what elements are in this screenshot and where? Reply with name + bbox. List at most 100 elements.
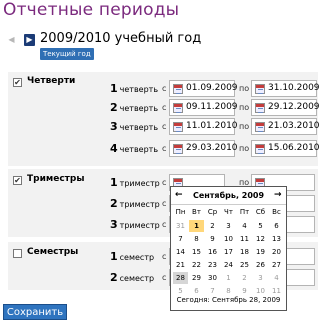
calendar-icon[interactable] — [255, 103, 265, 113]
calendar-day[interactable]: 9 — [205, 233, 220, 245]
end-date-field[interactable]: 29.12.2009 — [251, 99, 320, 116]
group-label: Триместры — [27, 174, 85, 184]
calendar-day[interactable]: 6 — [269, 220, 284, 232]
period-label: 3 четверть — [110, 120, 158, 133]
calendar-month-title: Сентябрь, 2009 — [192, 191, 265, 200]
calendar-day[interactable]: 21 — [173, 259, 188, 271]
from-label: с — [162, 199, 167, 208]
calendar-day[interactable]: 31 — [173, 220, 188, 232]
period-name: триместр — [119, 179, 160, 188]
calendar-icon[interactable] — [255, 122, 265, 132]
calendar-day[interactable]: 7 — [173, 233, 188, 245]
period-label: 1 четверть — [110, 82, 158, 95]
period-name: семестр — [119, 253, 155, 262]
calendar-day[interactable]: 18 — [237, 246, 252, 258]
calendar-day[interactable]: 30 — [205, 272, 220, 284]
period-label: 4 четверть — [110, 142, 158, 155]
prev-year-icon[interactable]: ◀ — [6, 34, 17, 46]
from-label: с — [162, 122, 167, 131]
group-label: Четверти — [27, 76, 76, 86]
period-label: 1 семестр — [110, 250, 154, 263]
calendar-icon[interactable] — [173, 84, 183, 94]
calendar-day[interactable]: 23 — [205, 259, 220, 271]
start-date-field[interactable]: 29.03.2010 — [169, 140, 238, 157]
to-label: по — [239, 103, 250, 112]
calendar-day[interactable]: 15 — [189, 246, 204, 258]
period-number: 2 — [110, 101, 118, 114]
calendar-icon[interactable] — [173, 103, 183, 113]
calendar-day[interactable]: 2 — [237, 272, 252, 284]
group-checkbox-0[interactable]: ✔ — [13, 78, 22, 87]
calendar-day[interactable]: 3 — [221, 220, 236, 232]
weekday-header: Сб — [255, 208, 266, 216]
calendar-icon[interactable] — [255, 84, 265, 94]
from-label: с — [162, 220, 167, 229]
calendar-day[interactable]: 17 — [221, 246, 236, 258]
start-date-field[interactable]: 01.09.2009 — [169, 80, 238, 97]
end-date-value: 31.10.2009 — [268, 83, 320, 93]
calendar-day[interactable]: 1 — [221, 272, 236, 284]
calendar-day[interactable]: 25 — [237, 259, 252, 271]
end-date-field[interactable]: 21.03.2010 — [251, 118, 320, 135]
calendar-day[interactable]: 19 — [253, 246, 268, 258]
start-date-field[interactable]: 09.11.2009 — [169, 99, 238, 116]
calendar-day[interactable]: 24 — [221, 259, 236, 271]
weekday-header: Чт — [224, 208, 233, 216]
calendar-day[interactable]: 2 — [205, 220, 220, 232]
calendar-day[interactable]: 5 — [253, 220, 268, 232]
group-label: Семестры — [27, 247, 79, 257]
calendar-day[interactable]: 8 — [189, 233, 204, 245]
start-date-field[interactable]: 11.01.2010 — [169, 118, 238, 135]
calendar-day[interactable]: 4 — [237, 220, 252, 232]
period-number: 3 — [110, 218, 118, 231]
calendar-day[interactable]: 13 — [269, 233, 284, 245]
to-label: по — [239, 144, 250, 153]
calendar-icon[interactable] — [173, 122, 183, 132]
calendar-day[interactable]: 27 — [269, 259, 284, 271]
from-label: с — [162, 252, 167, 261]
calendar-day[interactable]: 11 — [237, 233, 252, 245]
calendar-day[interactable]: 3 — [253, 272, 268, 284]
calendar-day[interactable]: 12 — [253, 233, 268, 245]
period-name: четверть — [119, 145, 159, 154]
period-number: 1 — [110, 250, 118, 263]
group-checkbox-2[interactable] — [13, 249, 22, 258]
save-button[interactable]: Сохранить — [3, 304, 67, 320]
year-title: 2009/2010 учебный год — [40, 31, 202, 46]
weekday-header: Пн — [175, 208, 186, 216]
end-date-field[interactable]: 15.06.2010 — [251, 140, 320, 157]
period-label: 2 четверть — [110, 101, 158, 114]
period-number: 1 — [110, 176, 118, 189]
calendar-day[interactable]: 22 — [189, 259, 204, 271]
period-name: семестр — [119, 274, 155, 283]
next-year-icon[interactable]: ▶ — [24, 34, 35, 46]
calendar-day[interactable]: 10 — [221, 233, 236, 245]
calendar-day[interactable]: 29 — [189, 272, 204, 284]
calendar-day[interactable]: 26 — [253, 259, 268, 271]
period-name: четверть — [119, 85, 159, 94]
calendar-day[interactable]: 28 — [173, 272, 188, 284]
current-year-button[interactable]: Текущий год — [40, 48, 94, 60]
calendar-day[interactable]: 1 — [189, 220, 204, 232]
end-date-field[interactable]: 31.10.2009 — [251, 80, 320, 97]
period-label: 2 семестр — [110, 271, 154, 284]
period-name: четверть — [119, 123, 159, 132]
period-label: 2 триместр — [110, 197, 160, 210]
calendar-popup: ← → Сентябрь, 2009 Пн Вт Ср Чт Пт Сб Вс 31 1 2 3 4 5… — [170, 186, 287, 311]
from-label: с — [162, 144, 167, 153]
calendar-day[interactable]: 14 — [173, 246, 188, 258]
calendar-day[interactable]: 16 — [205, 246, 220, 258]
end-date-value: 29.12.2009 — [268, 102, 320, 112]
from-label: с — [162, 84, 167, 93]
calendar-today-label[interactable]: Сегодня: Сентябрь 28, 2009 — [171, 296, 286, 304]
calendar-day[interactable]: 20 — [269, 246, 284, 258]
calendar-day[interactable]: 4 — [269, 272, 284, 284]
to-label: по — [239, 122, 250, 131]
end-date-value: 21.03.2010 — [268, 121, 320, 131]
period-number: 3 — [110, 120, 118, 133]
period-name: четверть — [119, 104, 159, 113]
calendar-icon[interactable] — [255, 144, 265, 154]
period-number: 2 — [110, 271, 118, 284]
calendar-icon[interactable] — [173, 144, 183, 154]
group-checkbox-1[interactable]: ✔ — [13, 176, 22, 185]
